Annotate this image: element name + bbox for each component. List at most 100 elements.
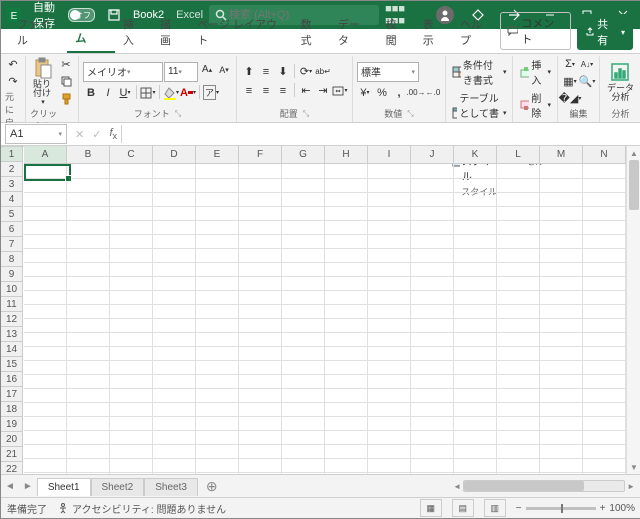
tab-formulas[interactable]: 数式 [293, 12, 330, 53]
column-header[interactable]: E [196, 146, 239, 164]
cell[interactable] [24, 220, 67, 235]
tab-file[interactable]: ファイル [9, 12, 67, 53]
cell[interactable] [110, 192, 153, 207]
cell[interactable] [282, 290, 325, 305]
font-name-select[interactable]: メイリオ▾ [83, 62, 163, 82]
cell[interactable] [110, 430, 153, 445]
cell[interactable] [368, 388, 411, 403]
tab-help[interactable]: ヘルプ [452, 12, 500, 53]
cell[interactable] [540, 388, 583, 403]
cell[interactable] [454, 192, 497, 207]
cell[interactable] [110, 346, 153, 361]
cell[interactable] [325, 332, 368, 347]
cell[interactable] [282, 234, 325, 249]
row-header[interactable]: 4 [1, 192, 23, 207]
cell[interactable] [153, 262, 196, 277]
cell[interactable] [24, 444, 67, 459]
cell[interactable] [540, 220, 583, 235]
cell[interactable] [24, 416, 67, 431]
cell[interactable] [454, 458, 497, 473]
cell[interactable] [24, 234, 67, 249]
cell[interactable] [239, 346, 282, 361]
cell[interactable] [540, 234, 583, 249]
cell[interactable] [497, 430, 540, 445]
cell[interactable] [282, 388, 325, 403]
row-header[interactable]: 16 [1, 372, 23, 387]
cell[interactable] [153, 444, 196, 459]
select-all-corner[interactable] [1, 146, 24, 147]
cell[interactable] [24, 430, 67, 445]
cell[interactable] [196, 206, 239, 221]
row-header[interactable]: 6 [1, 222, 23, 237]
cell[interactable] [583, 234, 626, 249]
cell[interactable] [196, 374, 239, 389]
cell[interactable] [196, 458, 239, 473]
cell[interactable] [325, 416, 368, 431]
cell[interactable] [24, 178, 67, 193]
cell[interactable] [282, 192, 325, 207]
format-painter-icon[interactable] [58, 90, 74, 106]
cell[interactable] [368, 164, 411, 179]
cell[interactable] [497, 276, 540, 291]
cell[interactable] [67, 388, 110, 403]
cell[interactable] [153, 276, 196, 291]
cell[interactable] [454, 164, 497, 179]
cell[interactable] [497, 304, 540, 319]
font-size-select[interactable]: 11▾ [164, 62, 198, 82]
cut-icon[interactable]: ✂ [58, 56, 74, 72]
cell[interactable] [67, 304, 110, 319]
zoom-value[interactable]: 100% [609, 503, 635, 514]
fx-icon[interactable]: fx [105, 127, 121, 141]
dec-decimal-icon[interactable]: ←.0 [425, 85, 441, 101]
cell[interactable] [67, 444, 110, 459]
align-top-icon[interactable]: ⬆ [241, 64, 257, 80]
cell[interactable] [67, 402, 110, 417]
cell[interactable] [110, 220, 153, 235]
column-header[interactable]: G [282, 146, 325, 164]
cell[interactable] [368, 206, 411, 221]
cell[interactable] [368, 304, 411, 319]
row-header[interactable]: 18 [1, 402, 23, 417]
cell[interactable] [583, 430, 626, 445]
cell[interactable] [454, 206, 497, 221]
row-header[interactable]: 5 [1, 207, 23, 222]
cell[interactable] [497, 192, 540, 207]
cell[interactable] [540, 178, 583, 193]
cell[interactable] [196, 416, 239, 431]
cell[interactable] [368, 360, 411, 375]
row-header[interactable]: 10 [1, 282, 23, 297]
align-left-icon[interactable]: ≡ [241, 83, 257, 99]
cell[interactable] [540, 304, 583, 319]
cell[interactable] [110, 276, 153, 291]
cell[interactable] [583, 276, 626, 291]
page-layout-view-icon[interactable]: ▤ [452, 499, 474, 517]
cell[interactable] [239, 192, 282, 207]
autosave-switch[interactable]: オフ [68, 8, 95, 22]
cell[interactable] [454, 178, 497, 193]
indent-dec-icon[interactable]: ⇤ [298, 83, 314, 99]
cell[interactable] [239, 276, 282, 291]
tab-review[interactable]: 校閲 [378, 12, 415, 53]
align-center-icon[interactable]: ≡ [258, 83, 274, 99]
cell[interactable] [110, 304, 153, 319]
row-header[interactable]: 3 [1, 177, 23, 192]
cell[interactable] [325, 388, 368, 403]
bold-icon[interactable]: B [83, 85, 99, 101]
tab-data[interactable]: データ [330, 12, 378, 53]
cell[interactable] [497, 360, 540, 375]
cell[interactable] [110, 374, 153, 389]
cell[interactable] [325, 318, 368, 333]
sheet-nav-next-icon[interactable]: ► [19, 481, 37, 492]
cell[interactable] [325, 276, 368, 291]
cell[interactable] [411, 262, 454, 277]
cell[interactable] [325, 402, 368, 417]
name-box[interactable]: A1▾ [5, 124, 67, 144]
row-header[interactable]: 8 [1, 252, 23, 267]
comments-button[interactable]: コメント [500, 12, 571, 50]
cell[interactable] [239, 290, 282, 305]
cell[interactable] [540, 416, 583, 431]
cell[interactable] [282, 304, 325, 319]
cell[interactable] [67, 332, 110, 347]
cell[interactable] [583, 402, 626, 417]
cell[interactable] [454, 248, 497, 263]
